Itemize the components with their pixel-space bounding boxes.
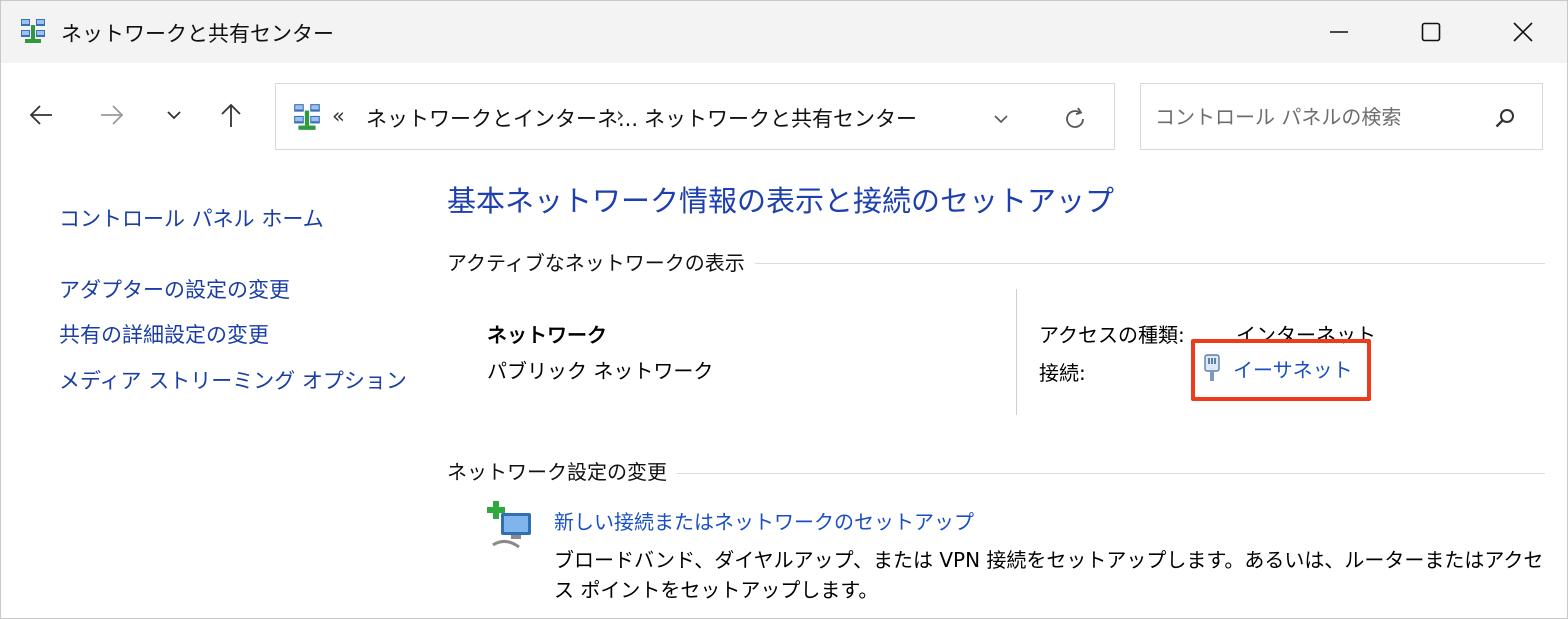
maximize-button[interactable]	[1385, 1, 1477, 63]
section-divider	[733, 263, 1545, 264]
refresh-button[interactable]	[1060, 104, 1090, 134]
minimize-button[interactable]	[1293, 1, 1385, 63]
sidebar-item-adapter-settings[interactable]: アダプターの設定の変更	[59, 274, 290, 304]
title-bar: ネットワークと共有センター	[1, 1, 1567, 63]
address-bar[interactable]: « ネットワークとインターネ... › ネットワークと共有センター	[275, 83, 1115, 150]
magnifier-glyph	[1495, 109, 1514, 128]
window-title: ネットワークと共有センター	[61, 22, 334, 46]
breadcrumb-overflow[interactable]: «	[332, 104, 345, 128]
minimize-icon	[1330, 31, 1348, 33]
sidebar-item-media-streaming[interactable]: メディア ストリーミング オプション	[59, 365, 407, 395]
back-button[interactable]	[23, 97, 59, 133]
close-icon	[1513, 22, 1533, 42]
chevron-down-icon	[167, 111, 181, 120]
maximize-icon	[1421, 22, 1441, 42]
arrow-right-icon	[101, 105, 124, 125]
arrow-left-icon	[29, 105, 52, 125]
connections-label: 接続:	[1039, 361, 1086, 385]
window: ネットワークと共有センター « ネットワークとインターネ... › ネットワーク…	[0, 0, 1568, 619]
network-center-icon	[294, 104, 320, 130]
network-center-icon	[21, 19, 45, 43]
access-type-label: アクセスの種類:	[1039, 323, 1185, 347]
page-title: 基本ネットワーク情報の表示と接続のセットアップ	[447, 184, 1115, 218]
vertical-divider	[1016, 289, 1017, 415]
chevron-down-icon	[994, 115, 1008, 124]
network-profile-type: パブリック ネットワーク	[487, 359, 714, 383]
up-button[interactable]	[213, 97, 249, 133]
section-divider	[677, 473, 1545, 474]
active-networks-heading: アクティブなネットワークの表示	[447, 247, 755, 276]
change-settings-heading: ネットワーク設定の変更	[447, 456, 677, 485]
search-box[interactable]	[1140, 83, 1543, 150]
search-icon[interactable]	[1491, 104, 1519, 132]
address-dropdown-button[interactable]	[988, 106, 1014, 132]
setup-description: ブロードバンド、ダイヤルアップ、または VPN 接続をセットアップします。あるい…	[554, 548, 1544, 602]
breadcrumb-separator[interactable]: ›	[616, 103, 624, 127]
highlight-annotation	[1191, 339, 1371, 401]
sidebar-control-panel-home[interactable]: コントロール パネル ホーム	[59, 203, 324, 233]
breadcrumb-network-internet[interactable]: ネットワークとインターネ...	[366, 103, 638, 133]
refresh-icon	[1066, 107, 1084, 128]
close-button[interactable]	[1477, 1, 1568, 63]
arrow-up-icon	[221, 103, 241, 127]
setup-new-connection-link[interactable]: 新しい接続またはネットワークのセットアップ	[554, 506, 974, 535]
sidebar-item-advanced-sharing[interactable]: 共有の詳細設定の変更	[59, 319, 269, 349]
recent-locations-button[interactable]	[156, 97, 192, 133]
network-name: ネットワーク	[487, 323, 607, 347]
breadcrumb-sharing-center[interactable]: ネットワークと共有センター	[644, 103, 917, 133]
forward-button[interactable]	[94, 97, 130, 133]
new-connection-icon	[487, 501, 531, 549]
search-input[interactable]	[1155, 102, 1485, 132]
